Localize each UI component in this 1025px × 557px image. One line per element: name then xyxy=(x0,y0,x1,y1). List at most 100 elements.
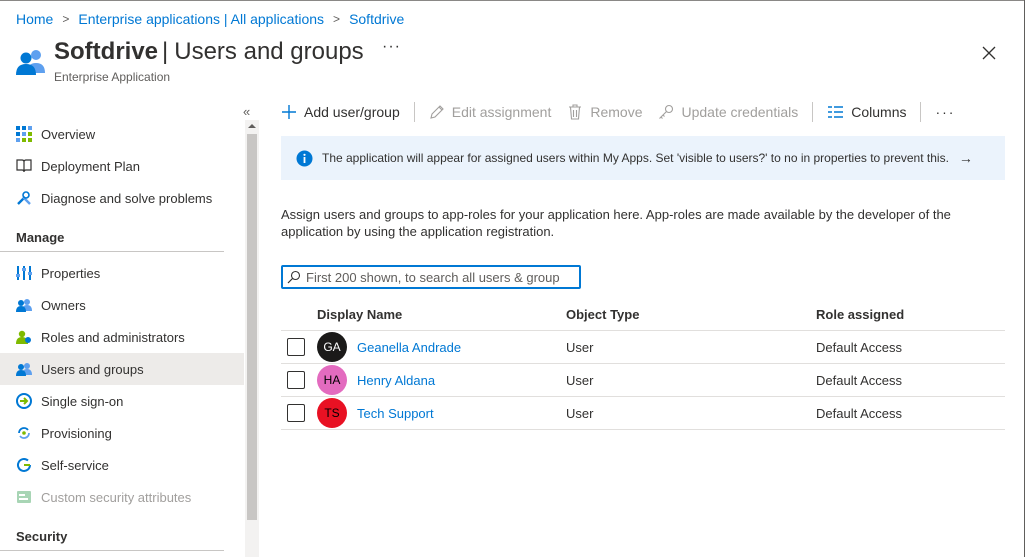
table-row[interactable]: GA Geanella Andrade User Default Access xyxy=(281,331,1005,364)
book-icon xyxy=(16,159,32,173)
collapse-sidebar-button[interactable]: « xyxy=(243,104,250,119)
row-checkbox[interactable] xyxy=(287,338,305,356)
info-banner-arrow-icon[interactable]: → xyxy=(959,150,973,166)
sidebar-item-label: Diagnose and solve problems xyxy=(41,190,213,206)
sidebar-section-security: Security xyxy=(0,513,224,551)
table-row[interactable]: HA Henry Aldana User Default Access xyxy=(281,364,1005,397)
owners-icon xyxy=(16,299,32,312)
table-header: Display Name Object Type Role assigned xyxy=(281,298,1005,331)
key-icon xyxy=(659,104,674,119)
roles-icon xyxy=(16,330,31,344)
info-banner-text: The application will appear for assigned… xyxy=(322,151,949,165)
breadcrumb: Home > Enterprise applications | All app… xyxy=(16,11,404,27)
user-name-link[interactable]: Geanella Andrade xyxy=(357,340,461,355)
breadcrumb-home[interactable]: Home xyxy=(16,11,53,27)
sidebar-item-users-groups[interactable]: Users and groups xyxy=(0,353,244,385)
row-checkbox[interactable] xyxy=(287,404,305,422)
search-input[interactable] xyxy=(306,269,576,285)
sso-icon xyxy=(16,393,32,409)
role-assigned-cell: Default Access xyxy=(816,339,902,355)
sidebar-item-label: Roles and administrators xyxy=(41,329,185,345)
columns-button[interactable]: Columns xyxy=(827,104,906,120)
column-header-display-name[interactable]: Display Name xyxy=(317,307,566,322)
column-header-role-assigned[interactable]: Role assigned xyxy=(816,307,1005,322)
sidebar-item-label: Self-service xyxy=(41,457,109,473)
breadcrumb-separator: > xyxy=(333,12,341,26)
user-name-link[interactable]: Henry Aldana xyxy=(357,373,435,388)
sidebar-item-properties[interactable]: Properties xyxy=(0,257,244,289)
sidebar-item-diagnose[interactable]: Diagnose and solve problems xyxy=(0,182,244,214)
sidebar-item-label: Owners xyxy=(41,297,86,313)
command-bar: Add user/group Edit assignment Remove Up… xyxy=(281,100,955,124)
object-type-cell: User xyxy=(566,372,594,388)
trash-icon xyxy=(569,104,582,120)
title-separator: | xyxy=(162,38,169,65)
edit-assignment-label: Edit assignment xyxy=(451,104,552,120)
sidebar-item-label: Provisioning xyxy=(41,425,112,441)
wrench-icon xyxy=(17,191,31,205)
page-title: Softdrive | Users and groups xyxy=(54,38,364,66)
custom-attributes-icon xyxy=(17,491,31,503)
plus-icon xyxy=(282,105,296,119)
avatar: HA xyxy=(317,365,347,395)
add-user-group-button[interactable]: Add user/group xyxy=(281,104,400,120)
sidebar-item-deployment-plan[interactable]: Deployment Plan xyxy=(0,150,244,182)
sidebar-item-single-sign-on[interactable]: Single sign-on xyxy=(0,385,244,417)
display-name-cell: HA Henry Aldana xyxy=(317,365,566,395)
role-assigned-cell: Default Access xyxy=(816,405,902,421)
provisioning-icon xyxy=(18,427,30,439)
breadcrumb-enterprise-apps[interactable]: Enterprise applications | All applicatio… xyxy=(78,11,324,27)
info-icon xyxy=(296,150,313,166)
sidebar-item-label: Overview xyxy=(41,126,96,142)
row-checkbox-cell xyxy=(281,371,317,389)
toolbar-divider xyxy=(812,102,814,122)
update-credentials-label: Update credentials xyxy=(681,104,799,120)
header-more-button[interactable]: ··· xyxy=(382,38,401,56)
users-icon xyxy=(16,363,32,376)
row-checkbox[interactable] xyxy=(287,371,305,389)
breadcrumb-separator: > xyxy=(62,12,70,26)
search-icon xyxy=(287,270,301,284)
column-header-object-type[interactable]: Object Type xyxy=(566,307,816,322)
sidebar-item-label: Single sign-on xyxy=(41,393,124,409)
sidebar: Overview Deployment Plan Diagnose and so… xyxy=(0,118,244,556)
sidebar-item-self-service[interactable]: Self-service xyxy=(0,449,244,481)
update-credentials-button[interactable]: Update credentials xyxy=(658,104,798,120)
role-assigned-cell: Default Access xyxy=(816,372,902,388)
table-row[interactable]: TS Tech Support User Default Access xyxy=(281,397,1005,430)
properties-icon xyxy=(16,266,32,280)
overview-grid-icon xyxy=(16,126,32,142)
avatar: GA xyxy=(317,332,347,362)
app-name: Softdrive xyxy=(54,38,159,65)
user-name-link[interactable]: Tech Support xyxy=(357,406,434,421)
sidebar-item-overview[interactable]: Overview xyxy=(0,118,244,150)
sidebar-item-label: Users and groups xyxy=(41,361,144,377)
object-type-cell: User xyxy=(566,405,594,421)
info-banner: The application will appear for assigned… xyxy=(281,136,1005,180)
sidebar-item-provisioning[interactable]: Provisioning xyxy=(0,417,244,449)
avatar: TS xyxy=(317,398,347,428)
toolbar-more-button[interactable]: ··· xyxy=(935,104,955,120)
columns-icon xyxy=(828,106,844,118)
breadcrumb-softdrive[interactable]: Softdrive xyxy=(349,11,404,27)
scroll-up-arrow-icon[interactable] xyxy=(247,122,257,130)
add-user-group-label: Add user/group xyxy=(304,104,400,120)
sidebar-item-roles-admins[interactable]: Roles and administrators xyxy=(0,321,244,353)
sidebar-scroll-thumb[interactable] xyxy=(247,134,257,520)
sidebar-item-custom-security-attributes[interactable]: Custom security attributes xyxy=(0,481,244,513)
users-groups-header-icon xyxy=(16,50,45,75)
search-box xyxy=(281,265,581,289)
sidebar-item-label: Custom security attributes xyxy=(41,489,192,505)
close-icon[interactable] xyxy=(980,44,998,62)
toolbar-divider xyxy=(413,102,415,122)
sidebar-item-owners[interactable]: Owners xyxy=(0,289,244,321)
section-name: Users and groups xyxy=(174,38,364,65)
pencil-icon xyxy=(429,105,444,119)
page-description: Assign users and groups to app-roles for… xyxy=(281,207,951,239)
display-name-cell: GA Geanella Andrade xyxy=(317,332,566,362)
columns-label: Columns xyxy=(851,104,907,120)
remove-button[interactable]: Remove xyxy=(567,104,642,120)
edit-assignment-button[interactable]: Edit assignment xyxy=(429,104,552,120)
object-type-cell: User xyxy=(566,339,594,355)
toolbar-divider xyxy=(920,102,922,122)
